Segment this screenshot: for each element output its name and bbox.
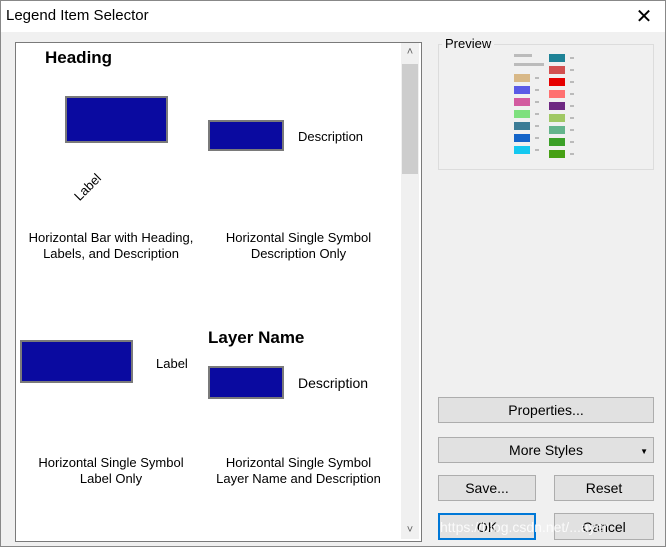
more-styles-dropdown-button[interactable]: More Styles ▼ bbox=[438, 437, 654, 463]
preview-label-line bbox=[570, 81, 574, 83]
preview-color-swatch bbox=[514, 86, 530, 94]
more-styles-button-label: More Styles bbox=[509, 442, 583, 458]
preview-header-line bbox=[514, 54, 532, 57]
preview-label-line bbox=[570, 105, 574, 107]
preview-color-swatch bbox=[514, 110, 530, 118]
preview-label-line bbox=[535, 77, 539, 79]
preview-label-line bbox=[535, 89, 539, 91]
item-caption-line2: Label Only bbox=[79, 471, 143, 486]
item-layer-name-text: Layer Name bbox=[208, 328, 305, 347]
preview-color-swatch bbox=[549, 114, 565, 122]
preview-label-line bbox=[570, 93, 574, 95]
scroll-up-arrow-icon[interactable]: ˄ bbox=[401, 43, 419, 61]
item-caption-line2: Layer Name and Description bbox=[216, 471, 381, 486]
item-caption-line2: Description Only bbox=[250, 246, 347, 261]
close-button[interactable]: ✕ bbox=[628, 2, 660, 30]
preview-color-swatch bbox=[549, 54, 565, 62]
preview-color-swatch bbox=[549, 78, 565, 86]
preview-label-line bbox=[535, 125, 539, 127]
gallery-item-bar-heading-labels-description[interactable]: Heading Label Horizontal Bar with Headin… bbox=[16, 43, 211, 273]
preview-color-swatch bbox=[549, 126, 565, 134]
gallery-item-single-symbol-description[interactable]: Description Horizontal Single Symbol Des… bbox=[206, 43, 401, 273]
ok-button[interactable]: OK bbox=[438, 513, 536, 540]
preview-label-line bbox=[570, 57, 574, 59]
ok-button-label: OK bbox=[476, 518, 498, 535]
title-bar: Legend Item Selector ✕ bbox=[0, 0, 666, 32]
preview-color-swatch bbox=[549, 138, 565, 146]
cancel-button[interactable]: Cancel bbox=[554, 513, 654, 540]
properties-button[interactable]: Properties... bbox=[438, 397, 654, 423]
reset-button[interactable]: Reset bbox=[554, 475, 654, 501]
preview-color-swatch bbox=[549, 150, 565, 158]
preview-label-line bbox=[570, 141, 574, 143]
preview-color-swatch bbox=[549, 102, 565, 110]
preview-label-line bbox=[570, 117, 574, 119]
preview-label-line bbox=[535, 101, 539, 103]
window-title: Legend Item Selector bbox=[6, 7, 149, 24]
gallery-vertical-scrollbar[interactable]: ˄ ˅ bbox=[401, 43, 419, 539]
preview-label-line bbox=[570, 129, 574, 131]
properties-button-label: Properties... bbox=[508, 402, 584, 418]
item-label-text: Label bbox=[156, 356, 188, 371]
preview-color-swatch bbox=[514, 74, 530, 82]
preview-frame bbox=[438, 44, 654, 170]
reset-button-label: Reset bbox=[585, 480, 623, 496]
close-icon: ✕ bbox=[635, 5, 653, 28]
legend-symbol-swatch bbox=[208, 120, 284, 151]
preview-color-swatch bbox=[514, 98, 530, 106]
legend-style-gallery[interactable]: Heading Label Horizontal Bar with Headin… bbox=[15, 42, 422, 542]
item-heading-text: Heading bbox=[45, 48, 113, 67]
save-button-label: Save... bbox=[465, 480, 509, 496]
legend-symbol-swatch bbox=[65, 96, 168, 143]
item-caption-line1: Horizontal Bar with Heading, bbox=[28, 230, 194, 245]
gallery-item-single-symbol-label[interactable]: Label Horizontal Single Symbol Label Onl… bbox=[16, 323, 211, 493]
preview-color-swatch bbox=[549, 90, 565, 98]
preview-label-line bbox=[570, 69, 574, 71]
item-description-text: Description bbox=[298, 129, 364, 144]
legend-symbol-swatch bbox=[20, 340, 133, 383]
legend-symbol-swatch bbox=[208, 366, 284, 399]
dropdown-arrow-icon: ▼ bbox=[640, 447, 648, 456]
preview-label-line bbox=[535, 113, 539, 115]
preview-label-line bbox=[570, 153, 574, 155]
item-caption-line1: Horizontal Single Symbol bbox=[38, 455, 184, 470]
item-description-text: Description bbox=[298, 375, 369, 391]
cancel-button-label: Cancel bbox=[582, 518, 626, 535]
gallery-item-single-symbol-layer-name-description[interactable]: Layer Name Description Horizontal Single… bbox=[206, 323, 401, 493]
preview-header-line bbox=[514, 63, 544, 66]
preview-group: Preview bbox=[438, 36, 654, 170]
preview-color-swatch bbox=[549, 66, 565, 74]
preview-label: Preview bbox=[442, 36, 495, 51]
preview-color-swatch bbox=[514, 134, 530, 142]
preview-color-swatch bbox=[514, 146, 530, 154]
item-caption-line1: Horizontal Single Symbol bbox=[225, 455, 372, 470]
item-caption-line1: Horizontal Single Symbol bbox=[225, 230, 372, 245]
item-caption-line2: Labels, and Description bbox=[43, 246, 179, 261]
save-button[interactable]: Save... bbox=[438, 475, 536, 501]
scroll-down-arrow-icon[interactable]: ˅ bbox=[401, 521, 419, 539]
scrollbar-thumb[interactable] bbox=[402, 64, 418, 174]
preview-color-swatch bbox=[514, 122, 530, 130]
preview-label-line bbox=[535, 149, 539, 151]
preview-label-line bbox=[535, 137, 539, 139]
item-label-text: Label bbox=[71, 170, 105, 204]
